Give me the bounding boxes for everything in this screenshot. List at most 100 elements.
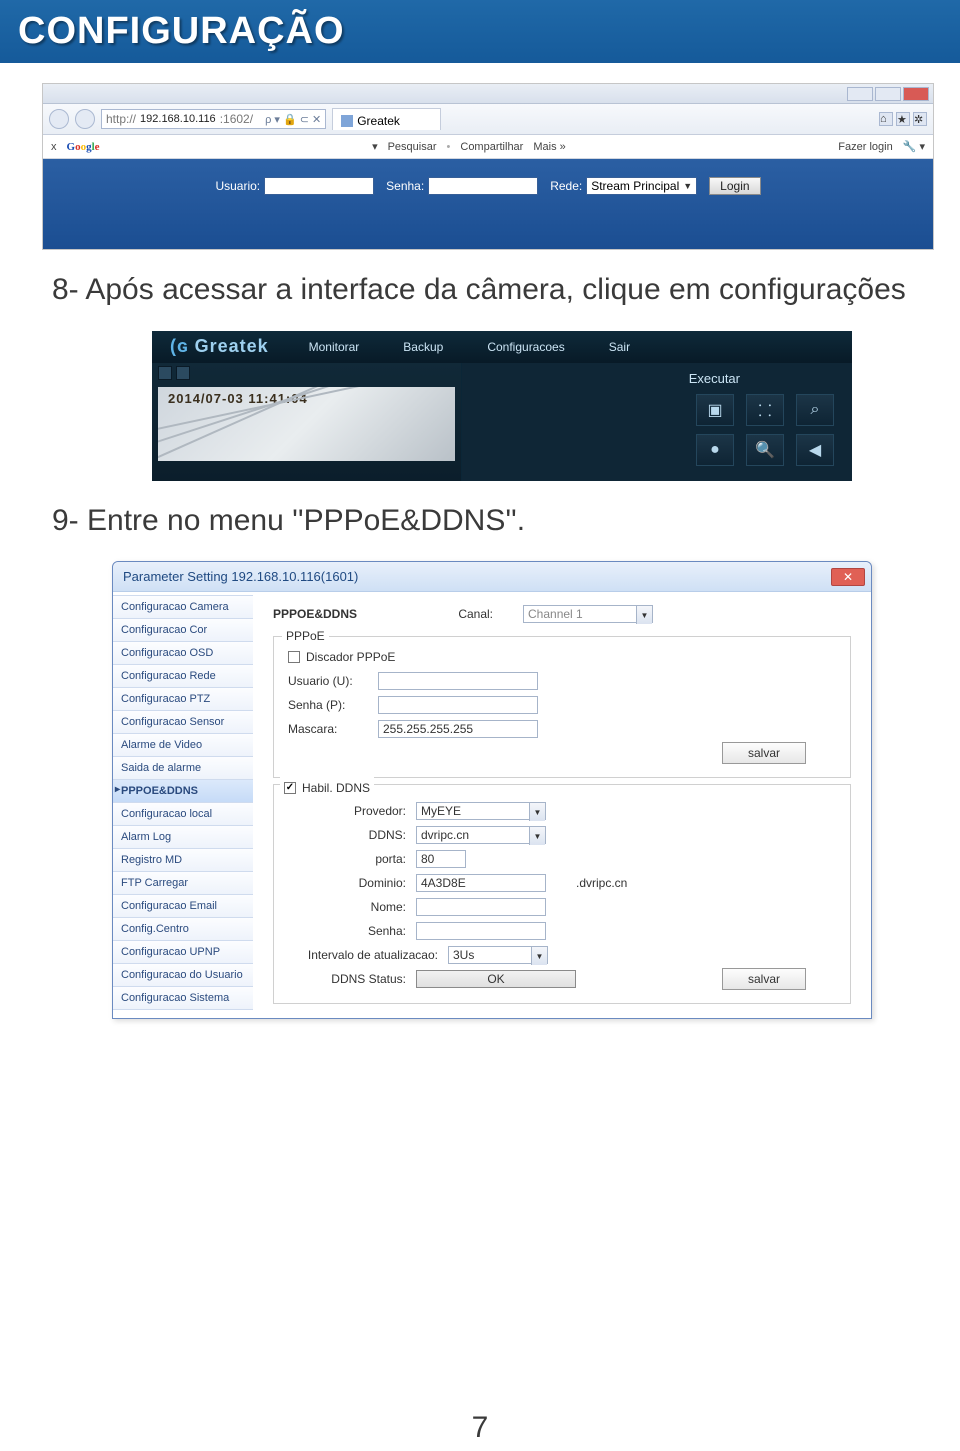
rede-select[interactable]: Stream Principal ▼ bbox=[586, 177, 697, 195]
sidebar-item[interactable]: Config.Centro bbox=[113, 917, 253, 941]
page-header: CONFIGURAÇÃO bbox=[0, 0, 960, 63]
sidebar-item[interactable]: Alarm Log bbox=[113, 825, 253, 849]
address-bar[interactable]: http:// 192.168.10.116 :1602/ ρ ▾ 🔒 ⊂ ✕ bbox=[101, 109, 326, 129]
pppoe-legend: PPPoE bbox=[282, 629, 329, 643]
porta-label: porta: bbox=[288, 852, 416, 866]
minimize-button[interactable] bbox=[847, 87, 873, 101]
dominio-label: Dominio: bbox=[288, 876, 416, 890]
fazerlogin-link[interactable]: Fazer login bbox=[838, 141, 892, 153]
sidebar-item[interactable]: Configuracao Cor bbox=[113, 618, 253, 642]
senha-label: Senha: bbox=[386, 179, 424, 193]
exec-icon-5[interactable]: 🔍 bbox=[746, 434, 784, 466]
menu-monitorar[interactable]: Monitorar bbox=[287, 331, 382, 363]
sidebar-item[interactable]: Alarme de Video bbox=[113, 733, 253, 757]
screenshot-camera-nav: (ɢ Greatek Monitorar Backup Configuracoe… bbox=[152, 331, 852, 481]
sidebar-item[interactable]: Configuracao Rede bbox=[113, 664, 253, 688]
canal-select[interactable]: Channel 1 ▼ bbox=[523, 605, 653, 623]
browser-tab[interactable]: Greatek bbox=[332, 108, 441, 130]
pppoe-mascara-input[interactable]: 255.255.255.255 bbox=[378, 720, 538, 738]
dialog-titlebar: Parameter Setting 192.168.10.116(1601) ✕ bbox=[113, 562, 871, 592]
sidebar-item[interactable]: Configuracao Sistema bbox=[113, 986, 253, 1010]
home-icon[interactable]: ⌂ bbox=[879, 112, 893, 126]
sidebar-item[interactable]: Configuracao OSD bbox=[113, 641, 253, 665]
nav-forward-icon[interactable] bbox=[75, 109, 95, 129]
discador-checkbox[interactable] bbox=[288, 651, 300, 663]
exec-icon-1[interactable]: ▣ bbox=[696, 394, 734, 426]
pppoe-fieldset: PPPoE Discador PPPoE Usuario (U): Senha … bbox=[273, 636, 851, 778]
sidebar-item[interactable]: FTP Carregar bbox=[113, 871, 253, 895]
menu-configuracoes[interactable]: Configuracoes bbox=[465, 331, 586, 363]
chevron-down-icon: ▼ bbox=[529, 803, 545, 821]
exec-icon-3[interactable]: ⌕ bbox=[796, 394, 834, 426]
provedor-select[interactable]: MyEYE ▼ bbox=[416, 802, 546, 820]
mais-button[interactable]: Mais » bbox=[533, 141, 565, 153]
ddns-select[interactable]: dvripc.cn ▼ bbox=[416, 826, 546, 844]
greatek-logo: (ɢ Greatek bbox=[152, 336, 287, 357]
pppoe-senha-input[interactable] bbox=[378, 696, 538, 714]
google-logo: Google bbox=[67, 141, 100, 153]
dominio-suffix: .dvripc.cn bbox=[576, 876, 627, 890]
sidebar-item[interactable]: Configuracao local bbox=[113, 802, 253, 826]
exec-icon-4[interactable]: ● bbox=[696, 434, 734, 466]
camera-preview: 2014/07-03 11:41:04 bbox=[158, 387, 455, 461]
sidebar-item[interactable]: Configuracao UPNP bbox=[113, 940, 253, 964]
executar-panel: Executar ▣ ⸬ ⌕ ● 🔍 ◀ bbox=[462, 363, 852, 481]
discador-label: Discador PPPoE bbox=[306, 650, 395, 664]
nav-back-icon[interactable] bbox=[49, 109, 69, 129]
layout-icon[interactable] bbox=[176, 366, 190, 380]
chevron-down-icon: ▼ bbox=[529, 827, 545, 845]
layout-icon[interactable] bbox=[158, 366, 172, 380]
google-toolbar: x Google ▾ Pesquisar • Compartilhar Mais… bbox=[43, 135, 933, 159]
porta-input[interactable]: 80 bbox=[416, 850, 466, 868]
sidebar-item[interactable]: PPPOE&DDNS bbox=[113, 779, 253, 803]
habil-ddns-label: Habil. DDNS bbox=[302, 781, 370, 795]
senha-input[interactable] bbox=[428, 177, 538, 195]
menu-backup[interactable]: Backup bbox=[381, 331, 465, 363]
url-suffix: :1602/ bbox=[220, 112, 253, 126]
compartilhar-button[interactable]: Compartilhar bbox=[460, 141, 523, 153]
google-x: x bbox=[51, 141, 57, 153]
pesquisar-button[interactable]: Pesquisar bbox=[388, 141, 437, 153]
tab-title: Greatek bbox=[357, 114, 400, 128]
habil-ddns-checkbox[interactable] bbox=[284, 782, 296, 794]
gear-icon[interactable]: ✲ bbox=[913, 112, 927, 126]
page-title: CONFIGURAÇÃO bbox=[18, 10, 942, 53]
intervalo-select[interactable]: 3Us ▼ bbox=[448, 946, 548, 964]
ddns-senha-input[interactable] bbox=[416, 922, 546, 940]
pppoe-usuario-input[interactable] bbox=[378, 672, 538, 690]
close-button[interactable]: ✕ bbox=[831, 568, 865, 586]
dominio-input[interactable]: 4A3D8E bbox=[416, 874, 546, 892]
rede-label: Rede: bbox=[550, 179, 582, 193]
settings-main: PPPOE&DDNS Canal: Channel 1 ▼ PPPoE Disc… bbox=[253, 592, 871, 1014]
window-titlebar bbox=[43, 84, 933, 104]
login-button[interactable]: Login bbox=[709, 177, 760, 195]
sidebar-item[interactable]: Configuracao do Usuario bbox=[113, 963, 253, 987]
sidebar-item[interactable]: Configuracao Sensor bbox=[113, 710, 253, 734]
exec-icon-2[interactable]: ⸬ bbox=[746, 394, 784, 426]
ddns-status-box: OK bbox=[416, 970, 576, 988]
sidebar-item[interactable]: Configuracao PTZ bbox=[113, 687, 253, 711]
sidebar-item[interactable]: Configuracao Email bbox=[113, 894, 253, 918]
sidebar-item[interactable]: Registro MD bbox=[113, 848, 253, 872]
screenshot-parameter-setting: Parameter Setting 192.168.10.116(1601) ✕… bbox=[112, 561, 872, 1019]
ddns-salvar-button[interactable]: salvar bbox=[722, 968, 806, 990]
wrench-icon[interactable]: 🔧 ▾ bbox=[903, 140, 925, 153]
star-icon[interactable]: ★ bbox=[896, 112, 910, 126]
section-title: PPPOE&DDNS bbox=[273, 607, 357, 621]
exec-icon-6[interactable]: ◀ bbox=[796, 434, 834, 466]
menu-sair[interactable]: Sair bbox=[587, 331, 652, 363]
pppoe-salvar-button[interactable]: salvar bbox=[722, 742, 806, 764]
camera-login-form: Usuario: Senha: Rede: Stream Principal ▼… bbox=[43, 159, 933, 249]
usuario-input[interactable] bbox=[264, 177, 374, 195]
sidebar-item[interactable]: Configuracao Camera bbox=[113, 595, 253, 619]
browser-address-row: http:// 192.168.10.116 :1602/ ρ ▾ 🔒 ⊂ ✕ … bbox=[43, 104, 933, 135]
preview-panel: 2014/07-03 11:41:04 bbox=[152, 363, 462, 481]
provedor-label: Provedor: bbox=[288, 804, 416, 818]
sidebar-item[interactable]: Saida de alarme bbox=[113, 756, 253, 780]
nome-input[interactable] bbox=[416, 898, 546, 916]
close-button[interactable] bbox=[903, 87, 929, 101]
url-prefix: http:// bbox=[106, 112, 136, 126]
chevron-down-icon: ▼ bbox=[683, 181, 692, 191]
maximize-button[interactable] bbox=[875, 87, 901, 101]
executar-label: Executar bbox=[689, 369, 834, 386]
